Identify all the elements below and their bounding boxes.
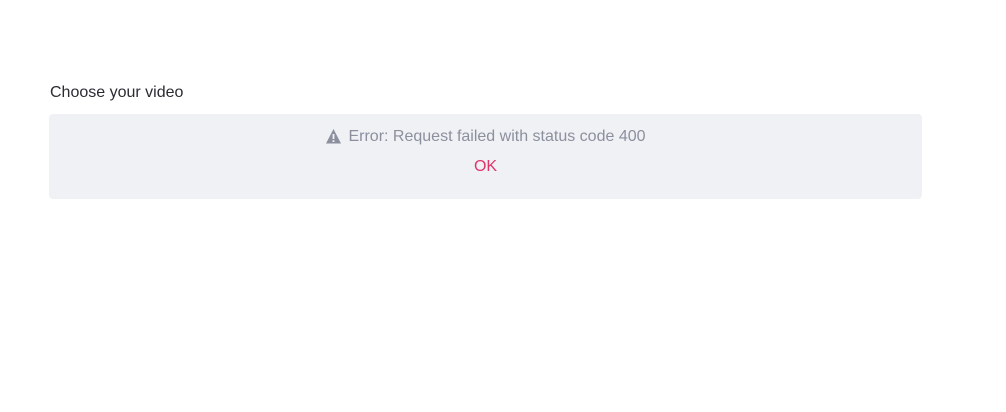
warning-icon (325, 128, 342, 145)
upload-page: Choose your video Error: Request failed … (0, 0, 1006, 412)
error-message: Error: Request failed with status code 4… (348, 128, 646, 145)
error-panel: Error: Request failed with status code 4… (49, 114, 922, 199)
ok-button[interactable]: OK (466, 157, 506, 177)
error-message-row: Error: Request failed with status code 4… (49, 127, 922, 147)
choose-video-label: Choose your video (50, 84, 184, 101)
